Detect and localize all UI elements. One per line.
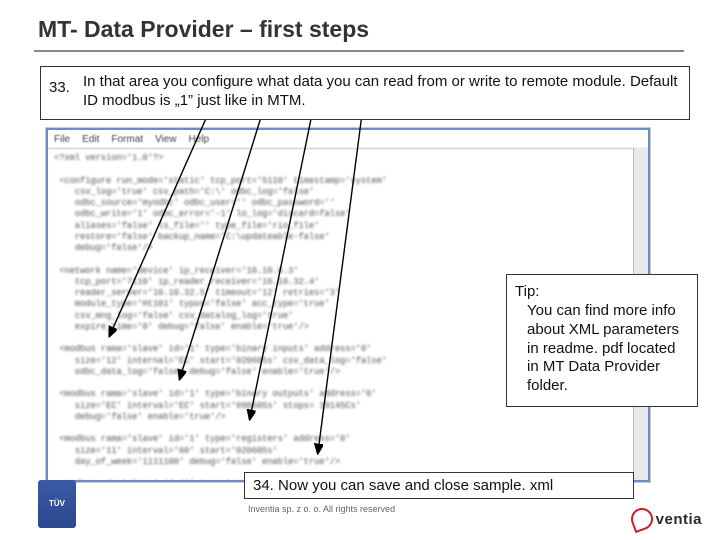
- step-34-box: 34. Now you can save and close sample. x…: [244, 472, 634, 499]
- tip-body: You can find more info about XML paramet…: [515, 302, 689, 396]
- step-33-box: 33. In that area you configure what data…: [40, 66, 690, 120]
- step-33-number: 33.: [49, 73, 83, 111]
- step-33-text: In that area you configure what data you…: [83, 73, 681, 111]
- tip-box: Tip: You can find more info about XML pa…: [506, 274, 698, 407]
- tip-label: Tip:: [515, 283, 689, 300]
- slide: MT- Data Provider – first steps 33. In t…: [0, 0, 720, 540]
